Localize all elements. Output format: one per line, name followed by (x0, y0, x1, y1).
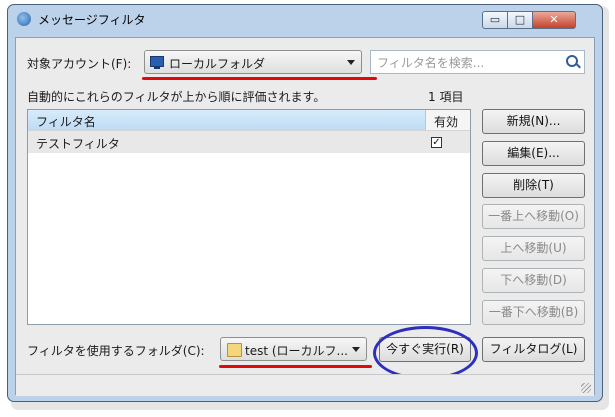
edit-filter-button[interactable]: 編集(E)... (482, 141, 585, 166)
filter-search-box[interactable] (370, 50, 585, 74)
message-filter-window: メッセージフィルタ ▭ □ ✕ 対象アカウント(F): ローカルフォルダ 自動的… (7, 4, 603, 402)
red-underline-annotation (219, 365, 372, 368)
status-bar (16, 374, 594, 396)
column-header-enabled[interactable]: 有効 (434, 113, 458, 130)
computer-icon (150, 56, 164, 69)
resize-grip-icon[interactable] (581, 383, 591, 393)
maximize-button[interactable]: □ (507, 11, 533, 29)
move-to-top-button[interactable]: 一番上へ移動(O) (482, 204, 585, 229)
thunderbird-app-icon (17, 12, 31, 26)
window-title: メッセージフィルタ (38, 13, 146, 27)
folder-label: フィルタを使用するフォルダ(C): (27, 344, 205, 358)
account-label: 対象アカウント(F): (27, 57, 132, 71)
title-bar[interactable]: メッセージフィルタ ▭ □ ✕ (8, 5, 602, 33)
chevron-down-icon (352, 347, 360, 352)
item-count: 1 項目 (428, 90, 464, 104)
blue-circle-annotation (373, 326, 478, 380)
filter-search-input[interactable] (375, 52, 564, 74)
delete-filter-button[interactable]: 削除(T) (482, 173, 585, 198)
table-row[interactable]: テストフィルタ ✓ (28, 131, 470, 153)
enabled-checkbox[interactable]: ✓ (431, 137, 442, 148)
minimize-button[interactable]: ▭ (482, 11, 508, 29)
new-filter-button[interactable]: 新規(N)... (482, 109, 585, 134)
evaluation-description: 自動的にこれらのフィルタが上から順に評価されます。 (27, 90, 326, 104)
red-underline-annotation (142, 77, 377, 80)
account-dropdown-value: ローカルフォルダ (169, 57, 266, 71)
filter-log-button[interactable]: フィルタログ(L) (482, 337, 585, 362)
dialog-content: 対象アカウント(F): ローカルフォルダ 自動的にこれらのフィルタが上から順に評… (15, 37, 595, 396)
filter-list[interactable]: フィルタ名 有効 テストフィルタ ✓ (27, 109, 471, 325)
filter-name-cell: テストフィルタ (36, 137, 120, 151)
column-header-filter-name[interactable]: フィルタ名 (28, 110, 426, 130)
move-down-button[interactable]: 下へ移動(D) (482, 268, 585, 293)
close-button[interactable]: ✕ (532, 11, 576, 29)
chevron-down-icon (347, 60, 355, 65)
folder-dropdown[interactable]: test (ローカルフ... (220, 337, 367, 361)
folder-dropdown-value: test (ローカルフ... (245, 344, 348, 358)
move-to-bottom-button[interactable]: 一番下へ移動(B) (482, 300, 585, 325)
account-dropdown[interactable]: ローカルフォルダ (144, 50, 362, 74)
move-up-button[interactable]: 上へ移動(U) (482, 236, 585, 261)
search-icon[interactable] (566, 55, 578, 67)
folder-icon (227, 343, 242, 357)
filter-list-header: フィルタ名 有効 (28, 110, 470, 131)
